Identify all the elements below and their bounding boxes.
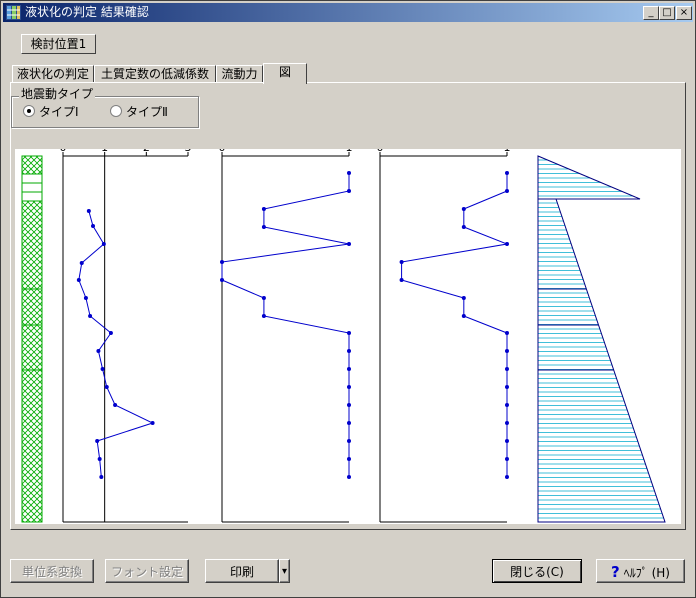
main-window: 液状化の判定 結果確認 _ □ × 検討位置1 液状化の判定 土質定数の低減係数…	[0, 0, 696, 598]
data-point	[99, 475, 104, 479]
data-point	[261, 314, 266, 318]
tick-label: 1	[504, 149, 511, 154]
data-point	[505, 421, 509, 425]
minimize-button[interactable]: _	[643, 6, 659, 20]
data-point	[108, 331, 113, 335]
data-point	[100, 367, 105, 371]
data-point	[220, 260, 224, 264]
tick-label: 0	[219, 149, 226, 154]
data-point	[101, 242, 106, 246]
data-point	[505, 457, 509, 461]
data-point	[88, 314, 93, 318]
data-point	[399, 260, 404, 264]
font-settings-button[interactable]: フォント設定	[105, 559, 189, 583]
tick-label: 2	[143, 149, 150, 154]
radio-type-1[interactable]: タイプⅠ	[23, 103, 79, 119]
data-point	[79, 261, 84, 265]
tick-label: 0	[377, 149, 384, 154]
de-level1-plot: 01DE(ﾚﾍﾞﾙ1)	[377, 149, 511, 523]
data-point	[150, 421, 155, 425]
data-point	[505, 331, 509, 335]
data-point	[113, 403, 118, 407]
tab-figure[interactable]: 図	[263, 63, 307, 84]
tick-label: 1	[346, 149, 353, 154]
tab-liquefaction-judgement[interactable]: 液状化の判定	[12, 65, 94, 83]
flow-force-plot: 流動力	[537, 155, 666, 523]
data-point	[505, 403, 509, 407]
radio-checked-icon	[23, 105, 35, 117]
help-button[interactable]: ? ﾍﾙﾌﾟ (H)	[596, 559, 685, 583]
data-point	[347, 475, 351, 479]
print-dropdown-button[interactable]: ▾	[279, 559, 290, 583]
soil-column	[21, 155, 43, 523]
radio-unchecked-icon	[110, 105, 122, 117]
tab-position-1[interactable]: 検討位置1	[21, 34, 96, 54]
data-point	[261, 225, 266, 229]
de-level2-plot: 01DE(ﾚﾍﾞﾙ2)	[219, 149, 353, 523]
data-point	[505, 385, 509, 389]
quake-type-label: 地震動タイプ	[19, 87, 96, 101]
data-point	[104, 385, 109, 389]
data-point	[96, 349, 101, 353]
window-title: 液状化の判定 結果確認	[25, 5, 149, 19]
data-point	[83, 296, 88, 300]
series-line	[221, 173, 350, 477]
tab-soil-reduction-factor[interactable]: 土質定数の低減係数	[94, 65, 216, 83]
data-point	[505, 439, 509, 443]
data-point	[220, 278, 224, 282]
data-point	[261, 207, 266, 211]
data-point	[505, 171, 509, 175]
data-point	[347, 457, 351, 461]
data-point	[347, 403, 351, 407]
data-point	[91, 224, 95, 228]
series-line	[401, 173, 509, 477]
data-point	[347, 189, 351, 193]
data-point	[461, 207, 466, 211]
series-line	[78, 210, 154, 478]
tab-flow-force[interactable]: 流動力	[216, 65, 263, 83]
data-point	[505, 367, 509, 371]
title-bar[interactable]: 液状化の判定 結果確認 _ □ ×	[3, 3, 693, 22]
radio-type-2[interactable]: タイプⅡ	[110, 103, 168, 119]
help-button-label: ﾍﾙﾌﾟ (H)	[623, 566, 670, 580]
data-point	[505, 242, 509, 246]
data-point	[461, 225, 466, 229]
data-point	[347, 242, 351, 246]
data-point	[461, 314, 466, 318]
tick-label: 0	[60, 149, 67, 154]
data-point	[461, 296, 466, 300]
close-window-button[interactable]: ×	[676, 6, 692, 20]
data-point	[347, 349, 351, 353]
data-point	[76, 278, 81, 282]
data-point	[505, 189, 509, 193]
tick-label: 3	[185, 149, 192, 154]
print-button[interactable]: 印刷	[205, 559, 279, 583]
data-point	[97, 457, 102, 461]
radio-type-1-label: タイプⅠ	[39, 104, 79, 119]
result-figure: 0123FL 01DE(ﾚﾍﾞﾙ2) 01DE(ﾚﾍﾞﾙ1) 流動力	[15, 149, 681, 524]
data-point	[86, 209, 91, 213]
data-point	[347, 439, 351, 443]
data-point	[505, 349, 509, 353]
help-icon: ?	[611, 563, 620, 581]
unit-convert-button[interactable]: 単位系変換	[10, 559, 94, 583]
data-point	[505, 475, 509, 479]
data-point	[347, 367, 351, 371]
data-point	[261, 296, 266, 300]
close-button[interactable]: 閉じる(C)	[492, 559, 582, 583]
data-point	[347, 421, 351, 425]
radio-type-2-label: タイプⅡ	[126, 104, 168, 119]
data-point	[399, 278, 404, 282]
app-icon	[6, 5, 21, 20]
fl-plot: 0123FL	[60, 149, 192, 523]
maximize-button[interactable]: □	[659, 6, 675, 20]
data-point	[347, 171, 351, 175]
tick-label: 1	[101, 149, 108, 154]
data-point	[95, 439, 100, 443]
data-point	[347, 385, 351, 389]
data-point	[347, 331, 351, 335]
